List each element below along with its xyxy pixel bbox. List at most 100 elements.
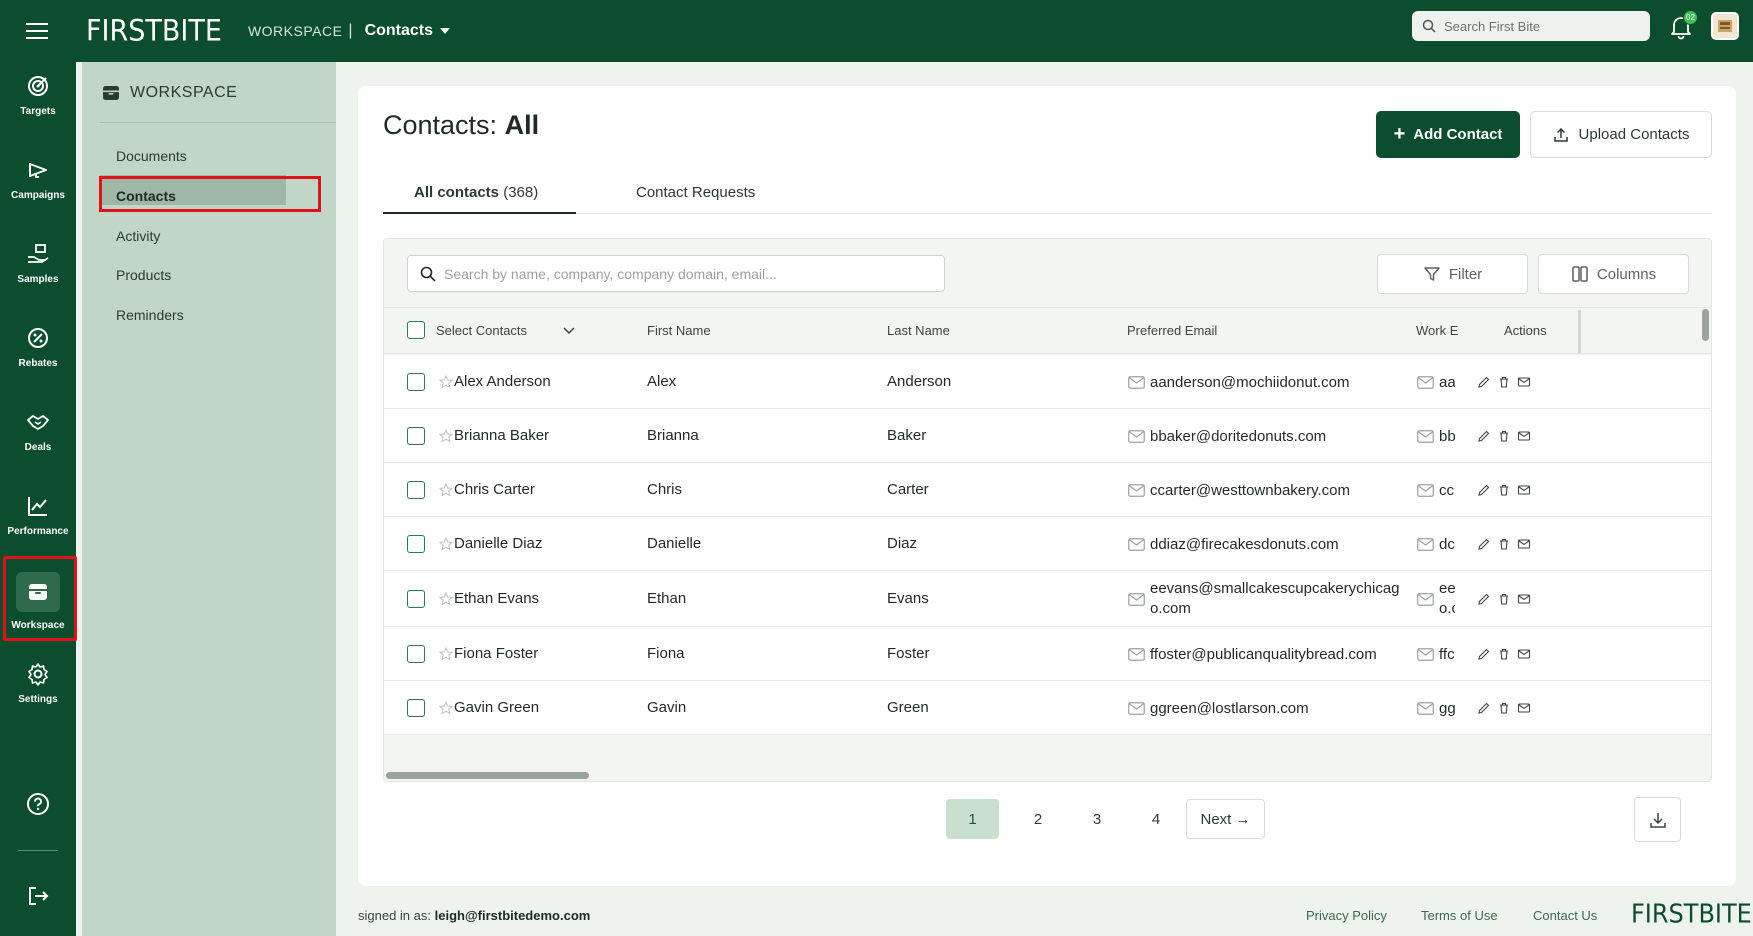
cell-work-email[interactable]: ffc xyxy=(1439,645,1455,665)
trash-icon[interactable] xyxy=(1497,647,1511,661)
trash-icon[interactable] xyxy=(1497,375,1511,389)
cell-full-name[interactable]: Danielle Diaz xyxy=(454,535,542,552)
cell-work-email[interactable]: ee o.c xyxy=(1439,579,1455,619)
menu-icon[interactable] xyxy=(0,0,74,62)
vertical-scrollbar[interactable] xyxy=(1702,309,1709,341)
edit-pencil-icon[interactable] xyxy=(1477,537,1491,551)
rail-item-campaigns[interactable]: Campaigns xyxy=(0,146,76,226)
trash-icon[interactable] xyxy=(1497,483,1511,497)
cell-preferred-email[interactable]: aanderson@mochiidonut.com xyxy=(1150,373,1440,393)
star-icon[interactable] xyxy=(439,701,453,715)
select-all-checkbox[interactable] xyxy=(407,321,425,339)
help-icon[interactable] xyxy=(26,792,50,816)
edit-pencil-icon[interactable] xyxy=(1477,592,1491,606)
edit-pencil-icon[interactable] xyxy=(1477,429,1491,443)
rail-item-performance[interactable]: Performance xyxy=(0,482,76,562)
cell-work-email[interactable]: cc xyxy=(1439,481,1455,501)
cell-preferred-email[interactable]: eevans@smallcakescupcakerychicag o.com xyxy=(1150,579,1400,619)
cell-full-name[interactable]: Chris Carter xyxy=(454,481,535,498)
rail-item-settings[interactable]: Settings xyxy=(0,650,76,730)
table-row[interactable]: Danielle Diaz Danielle Diaz ddiaz@firecakes… xyxy=(384,517,1711,571)
send-email-icon[interactable] xyxy=(1517,647,1531,661)
cell-full-name[interactable]: Gavin Green xyxy=(454,699,539,716)
breadcrumb-page-dropdown[interactable]: Contacts xyxy=(365,22,451,40)
logout-icon[interactable] xyxy=(26,884,50,908)
row-checkbox[interactable] xyxy=(407,373,425,391)
cell-preferred-email[interactable]: ggreen@lostlarson.com xyxy=(1150,699,1440,719)
rail-item-rebates[interactable]: Rebates xyxy=(0,314,76,394)
trash-icon[interactable] xyxy=(1497,429,1511,443)
privacy-policy-link[interactable]: Privacy Policy xyxy=(1306,908,1387,923)
table-row[interactable]: Fiona Foster Fiona Foster ffoster@publicanq… xyxy=(384,627,1711,681)
send-email-icon[interactable] xyxy=(1517,537,1531,551)
columns-button[interactable]: Columns xyxy=(1538,254,1689,294)
star-icon[interactable] xyxy=(439,483,453,497)
row-checkbox[interactable] xyxy=(407,699,425,717)
send-email-icon[interactable] xyxy=(1517,429,1531,443)
table-search[interactable] xyxy=(407,255,945,292)
rail-item-samples[interactable]: Samples xyxy=(0,230,76,310)
trash-icon[interactable] xyxy=(1497,537,1511,551)
cell-work-email[interactable]: gg xyxy=(1439,699,1455,719)
cell-preferred-email[interactable]: ccarter@westtownbakery.com xyxy=(1150,481,1440,501)
page-2-button[interactable]: 2 xyxy=(1018,799,1058,839)
chevron-down-icon[interactable] xyxy=(561,322,577,338)
header-work-email[interactable]: Work E xyxy=(1416,323,1458,338)
cell-full-name[interactable]: Brianna Baker xyxy=(454,427,549,444)
subnav-item-documents[interactable]: Documents xyxy=(116,148,187,164)
global-search-input[interactable] xyxy=(1444,18,1634,34)
cell-work-email[interactable]: bb xyxy=(1439,427,1455,447)
cell-preferred-email[interactable]: bbaker@doritedonuts.com xyxy=(1150,427,1440,447)
send-email-icon[interactable] xyxy=(1517,375,1531,389)
star-icon[interactable] xyxy=(439,592,453,606)
trash-icon[interactable] xyxy=(1497,701,1511,715)
header-last-name[interactable]: Last Name xyxy=(887,323,950,338)
trash-icon[interactable] xyxy=(1497,592,1511,606)
row-checkbox[interactable] xyxy=(407,481,425,499)
edit-pencil-icon[interactable] xyxy=(1477,647,1491,661)
table-row[interactable]: Chris Carter Chris Carter ccarter@westtownb… xyxy=(384,463,1711,517)
table-row[interactable]: Alex Anderson Alex Anderson aanderson@mochi… xyxy=(384,355,1711,409)
send-email-icon[interactable] xyxy=(1517,592,1531,606)
cell-full-name[interactable]: Fiona Foster xyxy=(454,645,538,662)
filter-button[interactable]: Filter xyxy=(1377,254,1528,294)
row-checkbox[interactable] xyxy=(407,535,425,553)
upload-contacts-button[interactable]: Upload Contacts xyxy=(1530,111,1712,158)
row-checkbox[interactable] xyxy=(407,590,425,608)
contact-us-link[interactable]: Contact Us xyxy=(1533,908,1597,923)
terms-of-use-link[interactable]: Terms of Use xyxy=(1421,908,1498,923)
header-first-name[interactable]: First Name xyxy=(647,323,711,338)
cell-work-email[interactable]: dc xyxy=(1439,535,1455,555)
star-icon[interactable] xyxy=(439,429,453,443)
rail-item-deals[interactable]: Deals xyxy=(0,398,76,478)
global-search[interactable] xyxy=(1412,11,1650,41)
rail-item-targets[interactable]: Targets xyxy=(0,62,76,142)
table-row[interactable]: Gavin Green Gavin Green ggreen@lostlarson.c… xyxy=(384,681,1711,735)
subnav-item-reminders[interactable]: Reminders xyxy=(116,307,184,323)
cell-full-name[interactable]: Ethan Evans xyxy=(454,590,539,607)
send-email-icon[interactable] xyxy=(1517,483,1531,497)
star-icon[interactable] xyxy=(439,375,453,389)
header-preferred-email[interactable]: Preferred Email xyxy=(1127,323,1217,338)
send-email-icon[interactable] xyxy=(1517,701,1531,715)
horizontal-scrollbar[interactable] xyxy=(386,772,589,779)
page-4-button[interactable]: 4 xyxy=(1136,799,1176,839)
tab-all-contacts[interactable]: All contacts (368) xyxy=(383,184,576,214)
subnav-item-products[interactable]: Products xyxy=(116,267,171,283)
cell-preferred-email[interactable]: ddiaz@firecakesdonuts.com xyxy=(1150,535,1440,555)
column-resize-handle[interactable] xyxy=(1578,310,1581,353)
edit-pencil-icon[interactable] xyxy=(1477,701,1491,715)
firstbite-logo[interactable]: FIRSTBITE xyxy=(86,14,222,47)
cell-full-name[interactable]: Alex Anderson xyxy=(454,373,551,390)
next-page-button[interactable]: Next → xyxy=(1186,799,1265,839)
download-button[interactable] xyxy=(1634,797,1681,842)
star-icon[interactable] xyxy=(439,647,453,661)
tab-contact-requests[interactable]: Contact Requests xyxy=(636,184,755,214)
add-contact-button[interactable]: + Add Contact xyxy=(1376,111,1520,158)
subnav-item-activity[interactable]: Activity xyxy=(116,228,160,244)
cell-work-email[interactable]: aa xyxy=(1439,373,1455,393)
star-icon[interactable] xyxy=(439,537,453,551)
table-row[interactable]: Ethan Evans Ethan Evans eevans@smallcakescu… xyxy=(384,571,1711,627)
edit-pencil-icon[interactable] xyxy=(1477,375,1491,389)
edit-pencil-icon[interactable] xyxy=(1477,483,1491,497)
